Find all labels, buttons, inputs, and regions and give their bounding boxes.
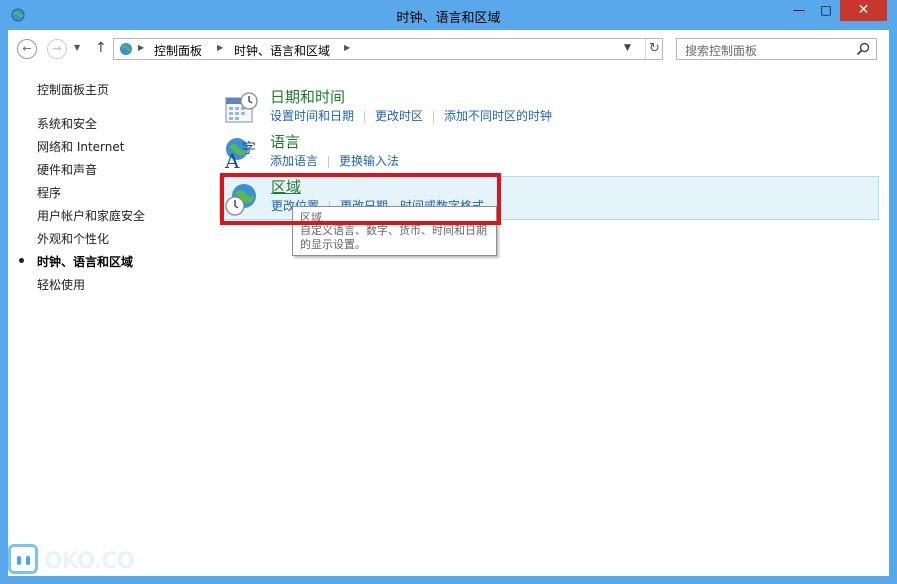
category-language: A 字 语言 添加语言 更换输入法 [219, 131, 879, 175]
sidebar: 控制面板主页 系统和安全 网络和 Internet 硬件和声音 程序 用户帐户和… [8, 68, 208, 568]
title-bar: 时钟、语言和区域 — □ ✕ [0, 0, 897, 30]
sidebar-item-hardware-sound[interactable]: 硬件和声音 [37, 161, 97, 178]
link-set-time-date[interactable]: 设置时间和日期 [270, 109, 354, 123]
category-links: 添加语言 更换输入法 [270, 152, 399, 169]
tooltip-body: 自定义语言、数字、货币、时间和日期的显示设置。 [300, 224, 487, 251]
category-links: 设置时间和日期 更改时区 添加不同时区的时钟 [270, 107, 552, 124]
chevron-right-icon[interactable]: ▶ [138, 43, 144, 52]
svg-text:A: A [224, 149, 240, 171]
language-globe-icon: A 字 [224, 138, 256, 171]
chevron-right-icon[interactable]: ▶ [217, 43, 223, 52]
close-button[interactable]: ✕ [840, 0, 887, 21]
sidebar-item-network[interactable]: 网络和 Internet [37, 138, 124, 155]
sidebar-item-programs[interactable]: 程序 [37, 184, 61, 201]
link-divider [328, 155, 330, 168]
search-placeholder: 搜索控制面板 [685, 44, 758, 58]
search-input[interactable]: 搜索控制面板 [676, 38, 877, 60]
address-bar[interactable]: ▶ 控制面板 ▶ 时钟、语言和区域 ▶ ▼ ↻ [113, 38, 663, 60]
sidebar-item-system-security[interactable]: 系统和安全 [37, 115, 97, 132]
window-content: ← → ▼ ↑ ▶ 控制面板 ▶ 时钟、语言和区域 ▶ ▼ ↻ 搜索控制面板 控 [8, 30, 889, 576]
watermark-text: OKO.CO [44, 549, 135, 574]
chevron-right-icon[interactable]: ▶ [344, 43, 350, 52]
calendar-clock-icon [225, 92, 258, 123]
watermark-eye-icon [17, 556, 21, 565]
chevron-down-icon[interactable]: ▼ [624, 43, 631, 53]
back-button[interactable]: ← [17, 39, 37, 59]
sidebar-item-user-accounts[interactable]: 用户帐户和家庭安全 [37, 207, 145, 224]
forward-button[interactable]: → [47, 39, 67, 59]
breadcrumb-clock-language-region[interactable]: 时钟、语言和区域 [234, 42, 330, 59]
refresh-icon[interactable]: ↻ [645, 39, 663, 59]
breadcrumb-control-panel[interactable]: 控制面板 [154, 42, 202, 59]
watermark-eye-icon [26, 556, 30, 565]
navigation-bar: ← → ▼ ↑ ▶ 控制面板 ▶ 时钟、语言和区域 ▶ ▼ ↻ 搜索控制面板 [8, 30, 889, 68]
link-divider [433, 110, 435, 123]
sidebar-item-appearance[interactable]: 外观和个性化 [37, 230, 109, 247]
control-panel-icon [120, 43, 132, 55]
active-bullet-icon [19, 258, 24, 263]
up-button[interactable]: ↑ [95, 40, 107, 56]
annotation-highlight-box [220, 173, 501, 225]
sidebar-item-clock-language-region[interactable]: 时钟、语言和区域 [37, 253, 133, 270]
watermark-logo-icon [8, 544, 38, 574]
maximize-button[interactable]: □ [813, 0, 839, 21]
link-divider [364, 110, 366, 123]
category-title-language[interactable]: 语言 [270, 131, 300, 152]
sidebar-item-ease-of-access[interactable]: 轻松使用 [37, 276, 85, 293]
svg-text:字: 字 [242, 141, 256, 157]
sidebar-item-home[interactable]: 控制面板主页 [37, 81, 109, 98]
recent-locations-icon[interactable]: ▼ [74, 43, 80, 52]
link-change-input-method[interactable]: 更换输入法 [339, 154, 399, 168]
search-icon[interactable] [855, 41, 871, 57]
watermark: OKO.CO [6, 544, 136, 578]
link-change-timezone[interactable]: 更改时区 [375, 109, 423, 123]
link-add-language[interactable]: 添加语言 [270, 154, 318, 168]
window-title: 时钟、语言和区域 [396, 11, 501, 26]
category-title-date-time[interactable]: 日期和时间 [270, 86, 345, 107]
category-date-time: 日期和时间 设置时间和日期 更改时区 添加不同时区的时钟 [219, 86, 879, 130]
link-add-clocks[interactable]: 添加不同时区的时钟 [444, 109, 552, 123]
minimize-button[interactable]: — [786, 0, 812, 21]
